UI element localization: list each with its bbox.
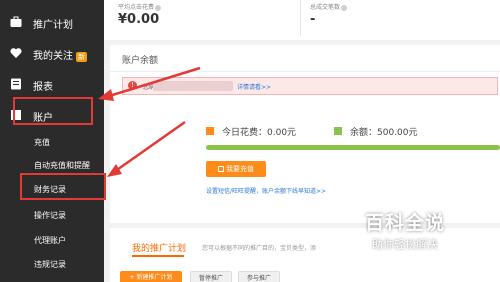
- recharge-button-label: 我要充值: [226, 165, 254, 173]
- plans-description: 您可以根据不同的推广目的，宝贝类型，添: [202, 245, 317, 252]
- sidebar-item-reports[interactable]: 报表: [0, 70, 104, 100]
- sidebar-item-label: 推广计划: [33, 19, 73, 31]
- report-icon: [11, 78, 21, 90]
- divider: [110, 71, 500, 72]
- warning-icon: !: [128, 81, 137, 90]
- sub-item-auto-recharge[interactable]: 自动充值和提醒: [34, 160, 90, 171]
- recharge-button[interactable]: 我要充值: [206, 161, 266, 177]
- highlight-finance-records: [20, 173, 106, 200]
- pause-button[interactable]: 暂停推广: [190, 271, 232, 282]
- sidebar-item-my-follow[interactable]: 我的关注新: [0, 39, 104, 69]
- plans-panel: 我的推广计划 您可以根据不同的推广目的，宝贝类型，添 + 新建推广计划 暂停推广…: [110, 228, 500, 282]
- sub-item-recharge[interactable]: 充值: [34, 137, 50, 148]
- balance-progress-bar: [206, 145, 500, 150]
- alert-details-link[interactable]: 详情请看>>: [237, 82, 271, 91]
- sub-item-agent-account[interactable]: 代理账户: [34, 235, 66, 246]
- new-badge: 新: [76, 51, 87, 62]
- watermark-title: 百科全说: [365, 212, 446, 234]
- today-spend-value: 0.00元: [267, 128, 297, 138]
- balance-reminder-link[interactable]: 设置短信/旺旺提醒，账户余额下线早知道>>: [206, 186, 326, 195]
- sidebar: 推广计划 我的关注新 报表 账户 充值 自动充值和提醒 财务记录 操作记录 代理…: [0, 0, 104, 282]
- avg-click-label: 平均点击花费: [118, 4, 155, 11]
- panel-title: 账户余额: [122, 56, 159, 66]
- balance-value: 500.00元: [377, 128, 418, 138]
- tab-my-plans[interactable]: 我的推广计划: [132, 241, 186, 254]
- tab-underline: [132, 255, 184, 257]
- sub-item-operation-records[interactable]: 操作记录: [34, 210, 66, 221]
- sidebar-item-promotion-plan[interactable]: 推广计划: [0, 8, 104, 38]
- highlight-account: [13, 97, 93, 125]
- balance-marker: [334, 127, 342, 135]
- briefcase-icon: [10, 16, 22, 27]
- redacted-text: [153, 81, 233, 91]
- total-deals-label: 总成交笔数: [310, 4, 341, 11]
- stats-bar: 平均点击花费 ¥0.00 总成交笔数 -: [104, 0, 500, 40]
- resume-button[interactable]: 参与推广: [238, 271, 280, 282]
- recharge-icon: [218, 166, 224, 172]
- account-balance-panel: 账户余额 ! 您绑 详情请看>> 今日花费：0.00元 余额：500.00元 我…: [110, 45, 500, 223]
- sub-item-violation-records[interactable]: 违规记录: [34, 259, 66, 270]
- watermark-subtitle: 助你轻松解决: [372, 238, 438, 251]
- new-plan-button[interactable]: + 新建推广计划: [120, 271, 182, 282]
- help-icon[interactable]: [155, 4, 162, 11]
- help-icon[interactable]: [341, 4, 348, 11]
- alert-banner: ! 您绑 详情请看>>: [122, 77, 498, 95]
- avg-click-value: ¥0.00: [118, 12, 160, 27]
- total-deals-value: -: [310, 12, 316, 27]
- sidebar-item-label: 我的关注: [33, 50, 73, 62]
- today-spend-marker: [206, 127, 214, 135]
- balance-label: 余额：: [350, 128, 378, 138]
- sidebar-item-label: 报表: [33, 81, 53, 93]
- divider: [300, 0, 301, 36]
- today-spend-label: 今日花费：: [222, 128, 268, 138]
- heart-icon: [10, 48, 22, 58]
